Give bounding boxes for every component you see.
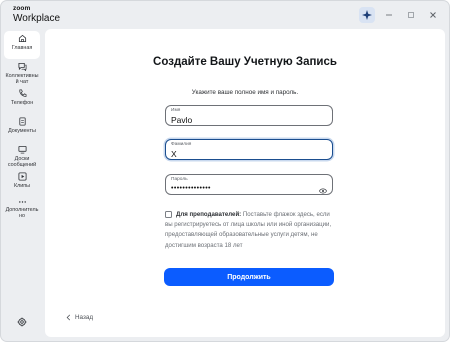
password-field[interactable]: Пароль •••••••••••••• (165, 174, 333, 195)
brand-top: zoom (13, 5, 31, 12)
password-value: •••••••••••••• (171, 184, 211, 192)
clips-icon (17, 172, 27, 181)
sidebar-item-home[interactable]: Главная (4, 31, 40, 59)
last-name-label: Фамилия (171, 142, 192, 147)
last-name-value: X (171, 149, 177, 159)
password-label: Пароль (171, 177, 188, 182)
chevron-left-icon (66, 314, 71, 321)
sidebar-item-label: Дополнитель но (5, 207, 39, 220)
eye-icon (318, 188, 328, 194)
teacher-notice: Для преподавателей: Поставьте флажок зде… (165, 210, 335, 251)
first-name-value: Pavlo (171, 115, 193, 125)
minimize-button[interactable] (381, 7, 397, 23)
continue-button[interactable]: Продолжить (164, 268, 334, 286)
chat-icon (17, 62, 26, 71)
sidebar-item-phone[interactable]: Телефон (4, 89, 40, 106)
sidebar-item-clips[interactable]: Клипы (4, 172, 40, 189)
sidebar-item-label: Доски сообщений (7, 156, 37, 169)
sidebar-item-team-chat[interactable]: Коллективны й чат (4, 62, 40, 86)
settings-button[interactable] (4, 317, 40, 327)
last-name-field[interactable]: Фамилия X (165, 139, 333, 160)
maximize-icon (408, 12, 414, 18)
sparkle-icon (362, 10, 372, 20)
show-password-button[interactable] (318, 181, 328, 199)
first-name-field[interactable]: Имя Pavlo (165, 105, 333, 126)
brand-bottom: Workplace (13, 12, 61, 24)
close-icon (430, 12, 436, 18)
whiteboard-icon (17, 145, 27, 154)
sidebar-item-more[interactable]: Дополнитель но (4, 199, 40, 220)
sidebar-item-label: Главная (11, 45, 33, 51)
window-controls (359, 7, 441, 23)
signup-panel: Создайте Вашу Учетную Запись Укажите ваш… (45, 29, 445, 337)
zoom-logo: zoom Workplace (13, 5, 61, 24)
phone-icon (18, 89, 26, 97)
gear-icon (17, 317, 27, 327)
back-label: Назад (75, 314, 94, 321)
back-link[interactable]: Назад (66, 314, 93, 321)
minimize-icon (386, 14, 392, 16)
sidebar-item-label: Документы (8, 128, 36, 134)
more-icon (18, 201, 26, 203)
maximize-button[interactable] (403, 7, 419, 23)
app-window: zoom Workplace Главная Коллективны й чат… (1, 1, 449, 341)
sidebar-item-label: Клипы (13, 183, 31, 189)
sidebar: Главная Коллективны й чат Телефон Докуме… (1, 29, 45, 341)
sidebar-item-label: Коллективны й чат (5, 73, 39, 86)
first-name-label: Имя (171, 108, 181, 113)
page-title: Создайте Вашу Учетную Запись (153, 56, 337, 68)
ai-companion-button[interactable] (359, 7, 375, 23)
sidebar-item-docs[interactable]: Документы (4, 117, 40, 134)
home-icon (18, 34, 26, 43)
page-subtitle: Укажите ваше полное имя и пароль. (191, 89, 299, 96)
teacher-notice-bold: Для преподавателей: (176, 211, 242, 218)
sidebar-item-label: Телефон (10, 100, 34, 106)
sidebar-item-whiteboards[interactable]: Доски сообщений (4, 145, 40, 169)
docs-icon (18, 117, 26, 126)
close-button[interactable] (425, 7, 441, 23)
title-bar: zoom Workplace (1, 1, 449, 29)
